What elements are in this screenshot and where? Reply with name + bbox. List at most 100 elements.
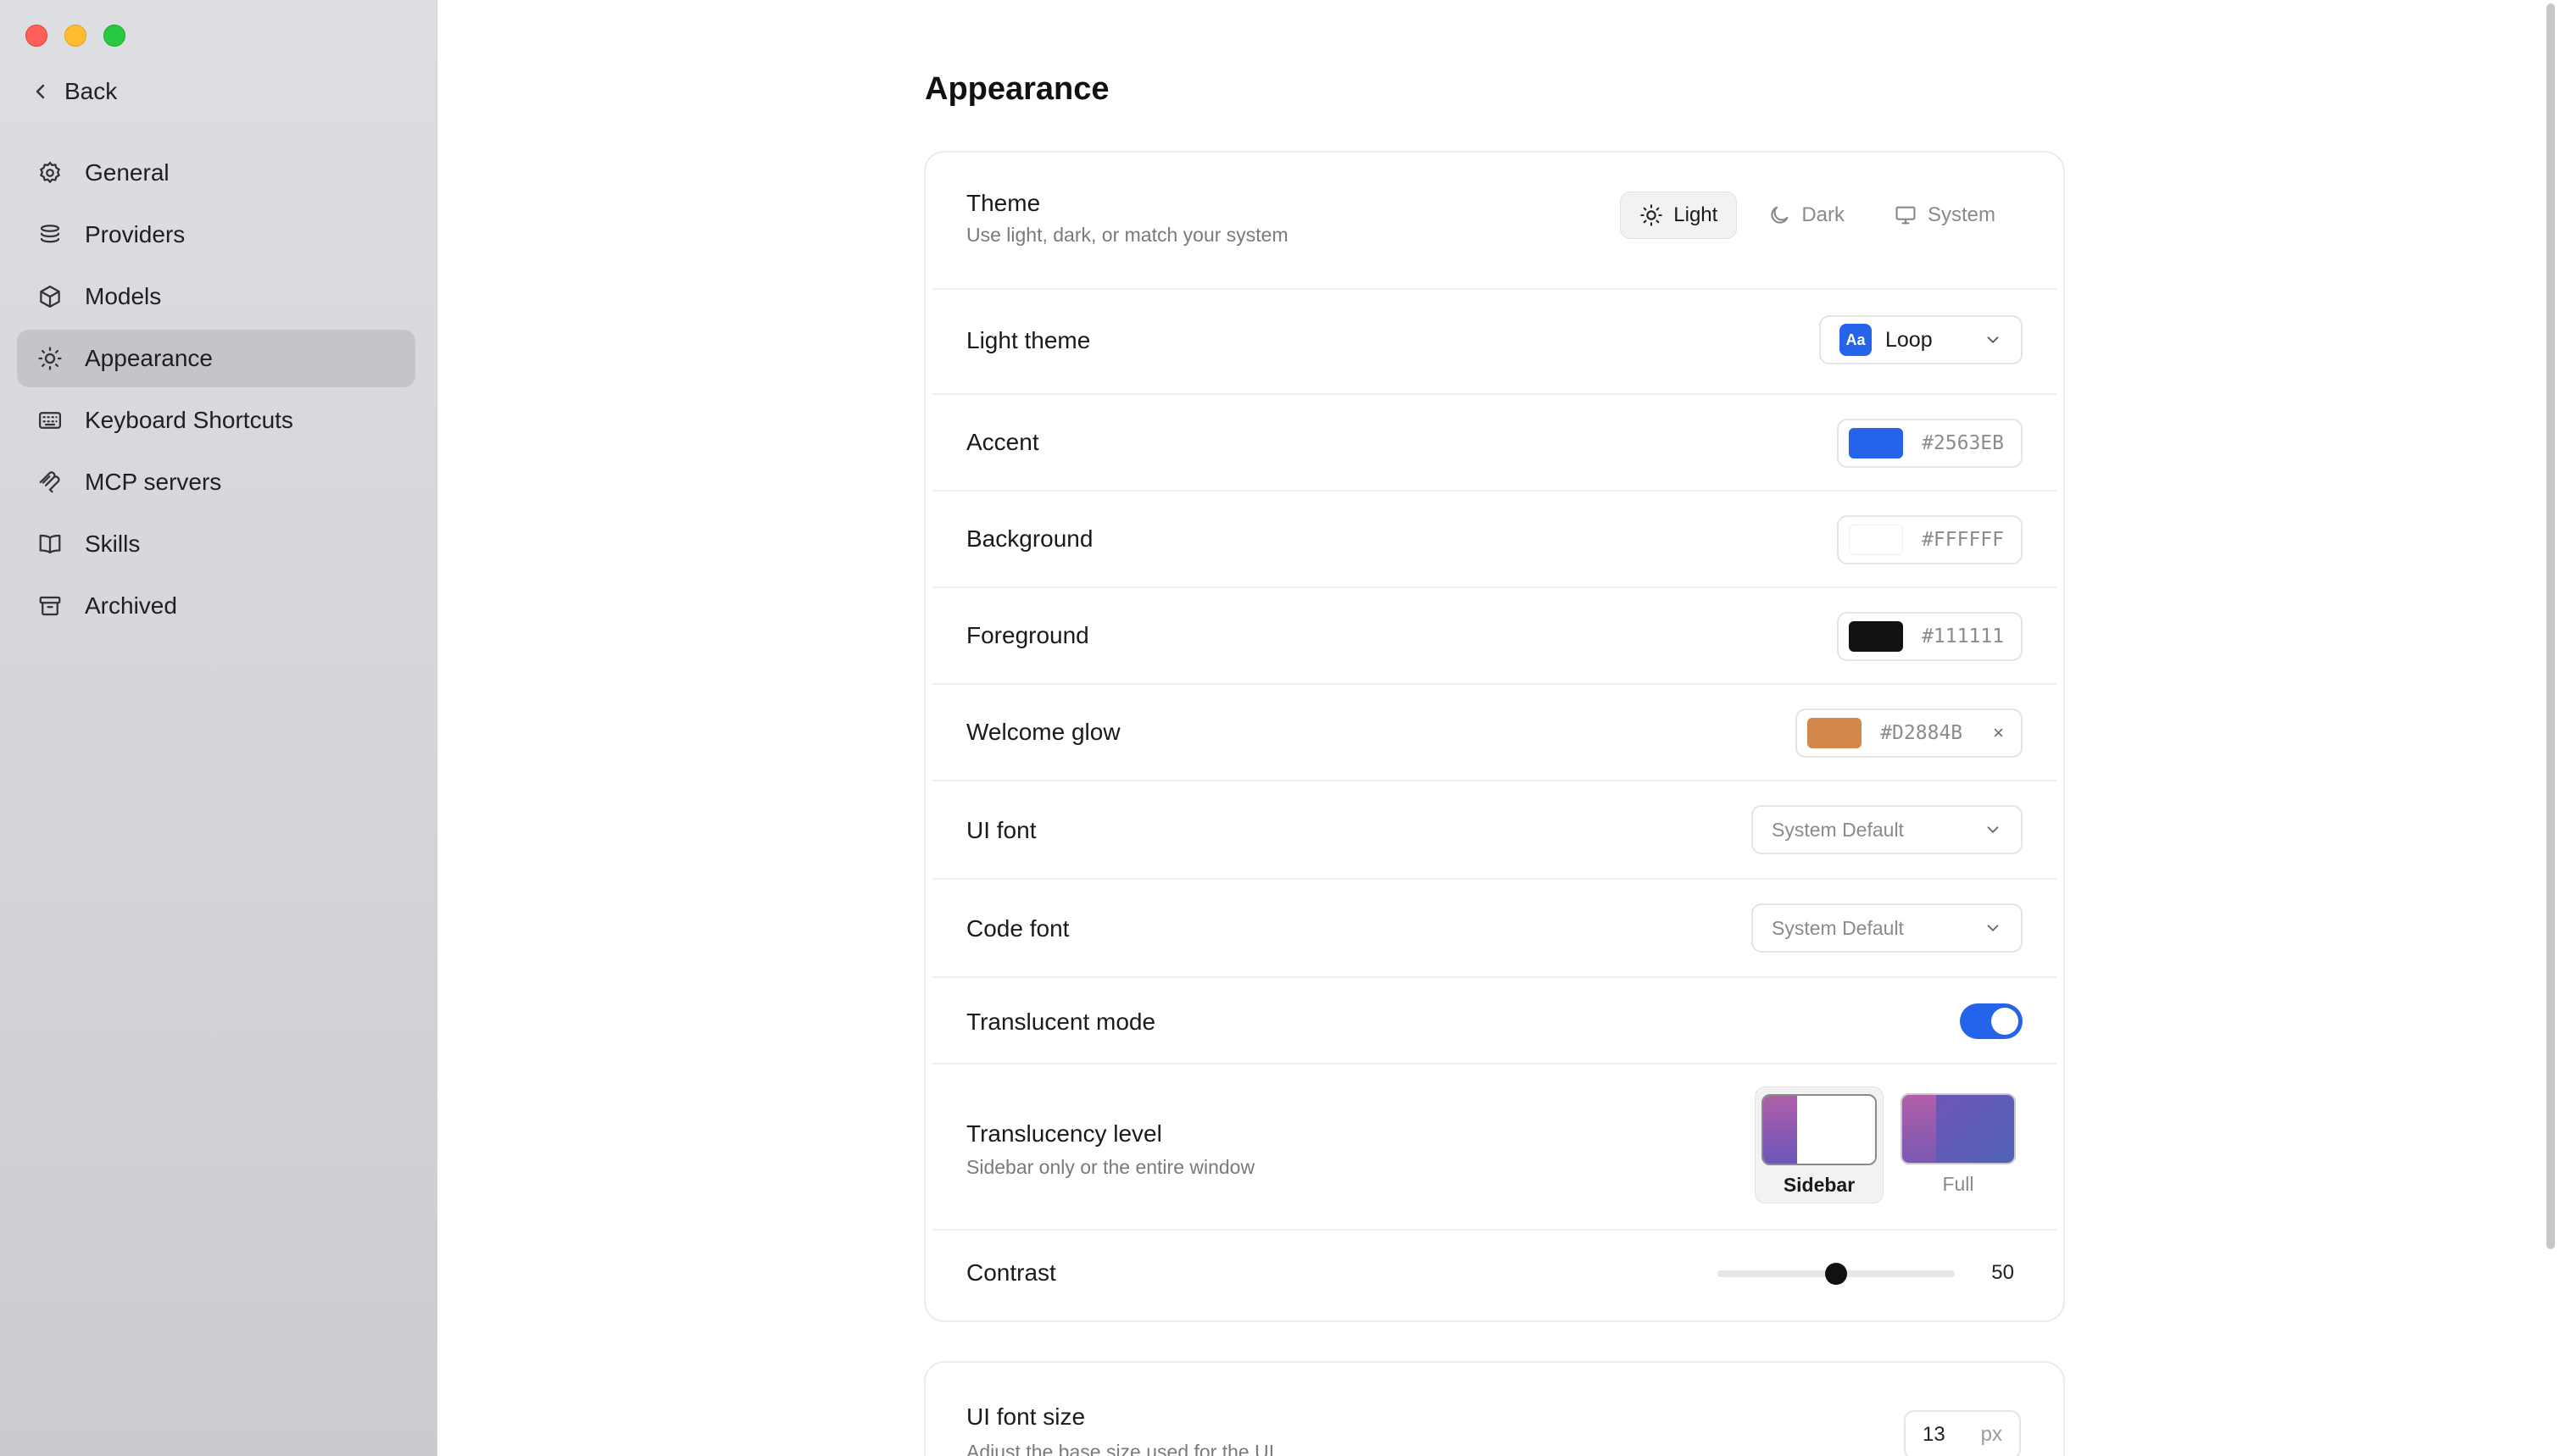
sidebar-item-label: General [85,159,170,186]
foreground-color-picker[interactable]: #111111 [1837,612,2023,661]
foreground-row: Foreground #111111 [932,588,2056,685]
theme-dark-button[interactable]: Dark [1749,192,1863,239]
sidebar-item-appearance[interactable]: Appearance [17,330,415,387]
translucent-mode-label: Translucent mode [966,1009,1156,1035]
translucency-options: Sidebar Full [1755,1086,2023,1203]
appearance-card: Theme Use light, dark, or match your sys… [924,151,2065,1322]
moon-icon [1771,206,1789,224]
settings-nav: General Providers Models Appearance Keyb… [17,144,415,639]
ui-font-size-unit: px [1980,1423,2002,1446]
contrast-row: Contrast 50 [932,1231,2056,1322]
cube-icon [40,286,60,308]
sidebar-item-label: Models [85,283,162,309]
contrast-slider-thumb[interactable] [1825,1263,1847,1285]
translucent-mode-toggle[interactable] [1960,1003,2023,1039]
theme-switcher: Light Dark System [1620,192,2014,239]
minimize-window-button[interactable] [64,25,86,47]
font-size-card: UI font size Adjust the base size used f… [924,1361,2065,1456]
sidebar-item-keyboard-shortcuts[interactable]: Keyboard Shortcuts [17,392,415,449]
sidebar-item-label: Keyboard Shortcuts [85,407,293,433]
sidebar-item-providers[interactable]: Providers [17,206,415,264]
foreground-swatch[interactable] [1849,621,1904,652]
welcome-glow-color-picker[interactable]: #D2884B × [1795,709,2023,758]
chevron-left-icon [36,84,45,99]
code-font-label: Code font [966,915,1070,942]
foreground-hex: #111111 [1922,625,2004,647]
full-preview [1901,1093,2016,1164]
chevron-down-icon [1987,336,1999,344]
translucency-full-option[interactable]: Full [1894,1086,2023,1203]
sidebar-item-general[interactable]: General [17,144,415,202]
contrast-slider[interactable] [1717,1263,1955,1285]
translucency-sidebar-option[interactable]: Sidebar [1755,1086,1884,1203]
sidebar-item-skills[interactable]: Skills [17,515,415,573]
chevron-down-icon [1987,826,1999,834]
light-theme-label: Light theme [966,327,1091,353]
sidebar-preview [1761,1094,1877,1165]
sidebar-item-label: Appearance [85,345,214,371]
ui-font-value: System Default [1772,818,1904,841]
light-theme-select[interactable]: Aa Loop [1819,315,2023,364]
contrast-value: 50 [1991,1261,2014,1284]
sidebar-item-label: MCP servers [85,469,222,495]
sidebar: Back General Providers Models Appearance… [0,0,437,1456]
theme-option-label: System [1927,203,1995,226]
translucency-level-description: Sidebar only or the entire window [966,1156,1255,1178]
accent-row: Accent #2563EB [932,395,2056,492]
close-window-button[interactable] [25,25,47,47]
accent-hex: #2563EB [1922,432,2004,454]
ui-font-label: UI font [966,817,1037,843]
keyboard-icon [39,412,61,429]
background-hex: #FFFFFF [1922,529,2004,551]
accent-label: Accent [966,429,1039,455]
ui-font-size-value: 13 [1923,1423,1945,1446]
light-theme-value: Loop [1885,327,1933,352]
code-font-select[interactable]: System Default [1751,903,2023,953]
light-theme-row: Light theme Aa Loop [932,290,2056,395]
accent-swatch[interactable] [1849,428,1904,458]
theme-option-label: Dark [1801,203,1845,226]
archive-icon [39,596,61,616]
back-button[interactable]: Back [31,78,117,105]
gear-icon [39,161,61,184]
foreground-label: Foreground [966,622,1089,648]
mcp-icon [39,471,60,493]
translucency-level-row: Translucency level Sidebar only or the e… [932,1064,2056,1231]
background-row: Background #FFFFFF [932,492,2056,588]
ui-font-select[interactable]: System Default [1751,805,2023,854]
translucent-mode-row: Translucent mode [932,978,2056,1064]
scrollbar[interactable] [2546,3,2555,1249]
welcome-glow-row: Welcome glow #D2884B × [932,685,2056,781]
ui-font-size-input[interactable]: 13 px [1904,1410,2021,1456]
theme-system-button[interactable]: System [1875,192,2014,239]
zoom-window-button[interactable] [103,25,125,47]
ui-font-size-label: UI font size [966,1403,1086,1430]
sidebar-item-label: Skills [85,531,141,557]
translucency-option-label: Sidebar [1783,1174,1856,1196]
window-controls [25,25,125,47]
book-icon [39,534,61,554]
layers-icon [40,225,60,243]
back-label: Back [64,78,118,104]
background-color-picker[interactable]: #FFFFFF [1837,515,2023,564]
sidebar-item-mcp-servers[interactable]: MCP servers [17,453,415,511]
theme-description: Use light, dark, or match your system [966,224,1288,246]
sidebar-item-label: Archived [85,592,177,619]
accent-color-picker[interactable]: #2563EB [1837,419,2023,468]
translucency-level-label: Translucency level [966,1120,1162,1147]
theme-light-button[interactable]: Light [1620,192,1738,239]
welcome-glow-swatch[interactable] [1807,718,1862,748]
theme-option-label: Light [1673,203,1718,226]
code-font-row: Code font System Default [932,880,2056,978]
welcome-glow-hex: #D2884B [1880,722,1963,744]
background-label: Background [966,525,1094,552]
theme-badge: Aa [1839,324,1872,356]
ui-font-row: UI font System Default [932,781,2056,880]
clear-welcome-glow-button[interactable]: × [1993,722,2004,744]
contrast-label: Contrast [966,1259,1056,1286]
sidebar-item-archived[interactable]: Archived [17,577,415,635]
code-font-value: System Default [1772,916,1904,939]
sidebar-item-models[interactable]: Models [17,268,415,325]
page-title: Appearance [925,71,1110,107]
background-swatch[interactable] [1849,525,1904,555]
